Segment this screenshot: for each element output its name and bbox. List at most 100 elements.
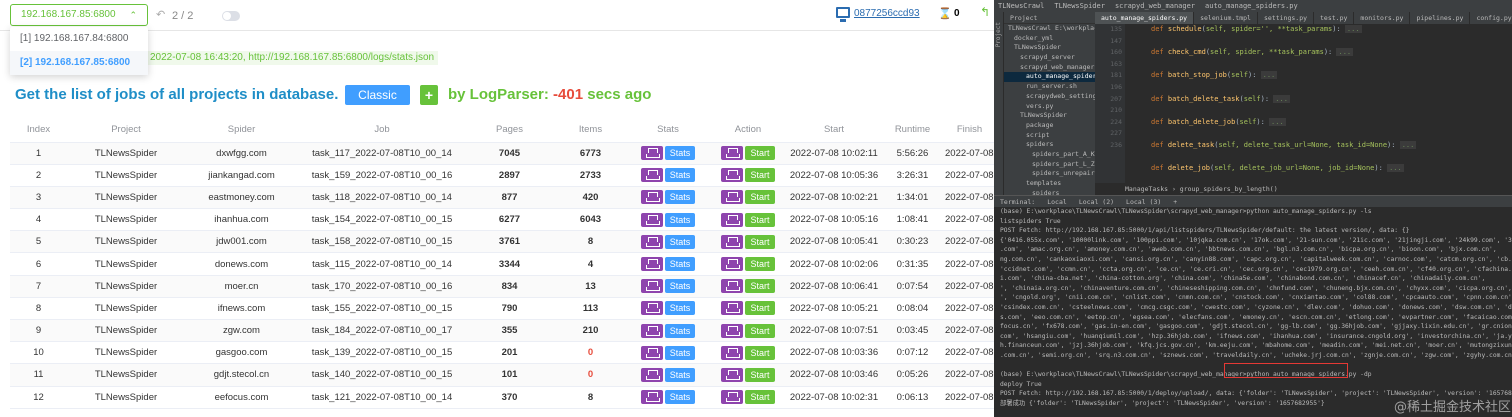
terminal-output[interactable]: (base) E:\workplace\TLNewsCrawl\TLNewsSp… xyxy=(994,207,1512,417)
stats-button[interactable]: Stats xyxy=(665,257,695,272)
back-arrow-icon[interactable]: ↶ xyxy=(156,8,165,21)
start-button[interactable]: Start xyxy=(745,301,775,316)
breadcrumb-item[interactable]: TLNewsCrawl xyxy=(994,0,1050,12)
start-button[interactable]: Start xyxy=(745,257,775,272)
tree-item[interactable]: auto_manage_spiders.py xyxy=(1004,72,1095,83)
tree-item[interactable]: scrapydweb_settings xyxy=(1004,92,1095,102)
start-button[interactable]: Start xyxy=(745,168,775,183)
tree-item[interactable]: TLNewsSpider xyxy=(1004,111,1095,121)
multinode-icon[interactable] xyxy=(641,323,663,338)
start-button[interactable]: Start xyxy=(745,390,775,405)
start-button[interactable]: Start xyxy=(745,146,775,161)
auto-refresh-toggle[interactable] xyxy=(222,11,240,21)
multinode-icon[interactable] xyxy=(721,390,743,405)
editor-tab[interactable]: auto_manage_spiders.py xyxy=(1095,12,1195,24)
multinode-icon[interactable] xyxy=(641,345,663,360)
tree-item[interactable]: TLNewsCrawl E:\workplace\TLNewsCrawl xyxy=(1004,24,1095,34)
tree-item[interactable]: vers.py xyxy=(1004,102,1095,112)
code-colon: : xyxy=(1336,25,1341,33)
side-project-label[interactable]: Project xyxy=(995,22,1002,47)
multinode-icon[interactable] xyxy=(721,301,743,316)
fold-marker[interactable]: ... xyxy=(1399,140,1417,149)
tree-item[interactable]: spiders xyxy=(1004,140,1095,150)
breadcrumb-item[interactable]: scrapyd_web_manager xyxy=(1111,0,1201,12)
start-button[interactable]: Start xyxy=(745,212,775,227)
stats-button[interactable]: Stats xyxy=(665,190,695,205)
cell-pages: 201 xyxy=(466,341,553,365)
multinode-icon[interactable] xyxy=(721,168,743,183)
tree-item[interactable]: docker_yml xyxy=(1004,34,1095,44)
editor-tab[interactable]: test.py xyxy=(1314,12,1355,24)
fold-marker[interactable]: ... xyxy=(1269,117,1286,126)
start-button[interactable]: Start xyxy=(745,323,775,338)
tree-item[interactable]: scrapyd_web_manager xyxy=(1004,63,1095,73)
start-button[interactable]: Start xyxy=(745,367,775,382)
multinode-icon[interactable] xyxy=(641,190,663,205)
fold-marker[interactable]: ... xyxy=(1344,25,1362,33)
multinode-icon[interactable] xyxy=(641,279,663,294)
node-option-2[interactable]: [2] 192.168.167.85:6800 xyxy=(10,51,148,75)
fold-marker[interactable]: ... xyxy=(1260,71,1278,80)
project-panel-header[interactable]: Project xyxy=(1004,12,1095,24)
multinode-icon[interactable] xyxy=(641,301,663,316)
fold-marker[interactable]: ... xyxy=(1387,164,1404,173)
fold-marker[interactable]: ... xyxy=(1336,48,1354,57)
stats-button[interactable]: Stats xyxy=(665,390,695,405)
stats-button[interactable]: Stats xyxy=(665,323,695,338)
cell-action: Start xyxy=(708,142,788,165)
multinode-icon[interactable] xyxy=(721,279,743,294)
multinode-icon[interactable] xyxy=(721,146,743,161)
stats-button[interactable]: Stats xyxy=(665,146,695,161)
classic-button[interactable]: Classic xyxy=(345,85,410,105)
multinode-icon[interactable] xyxy=(721,257,743,272)
stats-button[interactable]: Stats xyxy=(665,212,695,227)
multinode-icon[interactable] xyxy=(641,146,663,161)
tree-item[interactable]: script xyxy=(1004,131,1095,141)
tree-item[interactable]: spiders_unrepaire xyxy=(1004,169,1095,179)
node-option-1[interactable]: [1] 192.168.167.84:6800 xyxy=(10,27,148,51)
editor-tab[interactable]: selenium.tmpl xyxy=(1194,12,1258,24)
multinode-icon[interactable] xyxy=(641,168,663,183)
node-select[interactable]: 192.168.167.85:6800 ⌃ xyxy=(10,4,148,26)
stats-button[interactable]: Stats xyxy=(665,279,695,294)
multinode-icon[interactable] xyxy=(641,367,663,382)
scrapydweb-uid-link[interactable]: 0877256ccd93 xyxy=(854,8,920,19)
multinode-icon[interactable] xyxy=(721,212,743,227)
add-button[interactable]: + xyxy=(420,85,438,105)
multinode-icon[interactable] xyxy=(721,367,743,382)
multinode-icon[interactable] xyxy=(641,390,663,405)
start-button[interactable]: Start xyxy=(745,190,775,205)
tree-item[interactable]: TLNewsSpider xyxy=(1004,43,1095,53)
stats-button[interactable]: Stats xyxy=(665,367,695,382)
multinode-icon[interactable] xyxy=(721,190,743,205)
fold-marker[interactable]: ... xyxy=(1273,94,1290,103)
editor-tab[interactable]: monitors.py xyxy=(1354,12,1411,24)
breadcrumb-item[interactable]: auto_manage_spiders.py xyxy=(1201,0,1304,12)
multinode-icon[interactable] xyxy=(641,257,663,272)
multinode-icon[interactable] xyxy=(641,234,663,249)
cell-action: Start xyxy=(708,386,788,409)
code-editor[interactable]: def schedule(self, spider='', **task_par… xyxy=(1125,24,1512,195)
tree-item[interactable]: package xyxy=(1004,121,1095,131)
tree-item[interactable]: run_server.sh xyxy=(1004,82,1095,92)
editor-tab[interactable]: settings.py xyxy=(1258,12,1315,24)
stats-button[interactable]: Stats xyxy=(665,234,695,249)
multinode-icon[interactable] xyxy=(641,212,663,227)
stats-button[interactable]: Stats xyxy=(665,168,695,183)
start-button[interactable]: Start xyxy=(745,279,775,294)
multinode-icon[interactable] xyxy=(721,323,743,338)
tree-item[interactable]: scrapyd_server xyxy=(1004,53,1095,63)
multinode-icon[interactable] xyxy=(721,345,743,360)
start-button[interactable]: Start xyxy=(745,345,775,360)
tree-item[interactable]: spiders_part_A_K xyxy=(1004,150,1095,160)
tree-item[interactable]: spiders_part_L_Z xyxy=(1004,160,1095,170)
stats-button[interactable]: Stats xyxy=(665,301,695,316)
editor-tab[interactable]: config.py xyxy=(1470,12,1512,24)
multinode-icon[interactable] xyxy=(721,234,743,249)
chart-icon[interactable]: ↰ xyxy=(980,5,990,19)
start-button[interactable]: Start xyxy=(745,234,775,249)
breadcrumb-item[interactable]: TLNewsSpider xyxy=(1050,0,1111,12)
stats-button[interactable]: Stats xyxy=(665,345,695,360)
editor-tab[interactable]: pipelines.py xyxy=(1410,12,1471,24)
tree-item[interactable]: templates xyxy=(1004,179,1095,189)
